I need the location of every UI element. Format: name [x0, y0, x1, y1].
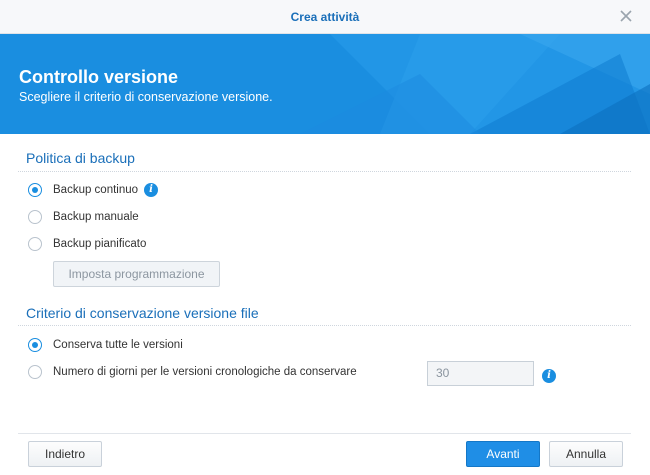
radio-label: Numero di giorni per le versioni cronolo…: [53, 366, 357, 378]
radio-label: Backup continuo: [53, 184, 139, 196]
back-button[interactable]: Indietro: [28, 441, 102, 467]
backup-policy-heading: Politica di backup: [26, 150, 135, 166]
retention-heading: Criterio di conservazione versione file: [26, 305, 259, 321]
radio-button[interactable]: [28, 210, 42, 224]
radio-button[interactable]: [28, 237, 42, 251]
info-icon[interactable]: i: [542, 369, 556, 383]
page-title: Controllo versione: [19, 67, 179, 87]
dialog-title: Crea attività: [290, 10, 360, 24]
radio-label: Backup manuale: [53, 211, 139, 223]
section-divider: [18, 325, 631, 326]
close-icon[interactable]: [618, 8, 634, 24]
header-banner: Controllo versione Scegliere il criterio…: [0, 34, 650, 134]
footer-divider: [18, 433, 631, 434]
radio-button-selected[interactable]: [28, 183, 42, 197]
info-icon[interactable]: i: [144, 183, 159, 197]
radio-keep-all-versions[interactable]: Conserva tutte le versioni: [28, 336, 183, 354]
radio-button[interactable]: [28, 365, 42, 379]
schedule-button[interactable]: Imposta programmazione: [53, 261, 220, 287]
cancel-button[interactable]: Annulla: [549, 441, 623, 467]
radio-backup-manuale[interactable]: Backup manuale: [28, 208, 139, 226]
section-divider: [18, 171, 631, 172]
radio-button-selected[interactable]: [28, 338, 42, 352]
days-input[interactable]: 30: [427, 361, 534, 386]
radio-label: Conserva tutte le versioni: [53, 339, 183, 351]
page-subtitle: Scegliere il criterio di conservazione v…: [19, 90, 273, 104]
radio-backup-continuo[interactable]: Backup continuo i: [28, 181, 159, 199]
next-button[interactable]: Avanti: [466, 441, 540, 467]
radio-label: Backup pianificato: [53, 238, 147, 250]
dialog-title-bar: Crea attività: [0, 0, 650, 34]
radio-days-to-keep[interactable]: Numero di giorni per le versioni cronolo…: [28, 363, 357, 381]
radio-backup-pianificato[interactable]: Backup pianificato: [28, 235, 146, 253]
